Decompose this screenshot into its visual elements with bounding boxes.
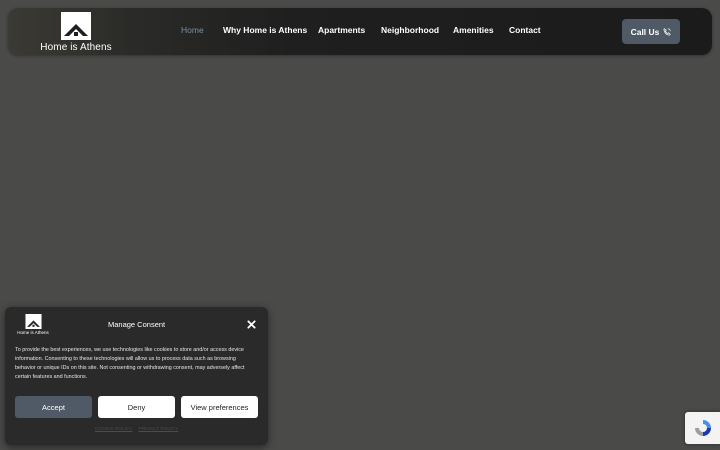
- cookie-policy-link[interactable]: COOKIE POLICY: [95, 427, 133, 432]
- nav-home[interactable]: Home: [181, 25, 204, 35]
- close-icon: [247, 320, 256, 329]
- deny-button[interactable]: Deny: [98, 396, 175, 418]
- consent-title: Manage Consent: [108, 320, 166, 329]
- cookie-consent-dialog: Home is Athens Manage Consent To provide…: [5, 307, 268, 445]
- view-preferences-button[interactable]: View preferences: [181, 396, 258, 418]
- consent-logo-text: Home is Athens: [17, 330, 49, 335]
- main-nav: Home Why Home is Athens Apartments Neigh…: [8, 8, 712, 55]
- house-logo-icon: [24, 314, 42, 329]
- nav-why-home-is-athens[interactable]: Why Home is Athens: [223, 25, 307, 35]
- nav-contact[interactable]: Contact: [509, 25, 541, 35]
- top-navbar: Home is Athens Home Why Home is Athens A…: [8, 8, 712, 55]
- consent-policy-links: COOKIE POLICY PRIVACY POLICY: [5, 427, 268, 432]
- nav-neighborhood[interactable]: Neighborhood: [381, 25, 439, 35]
- phone-icon: [663, 27, 672, 36]
- consent-logo: Home is Athens: [13, 314, 53, 335]
- privacy-policy-link[interactable]: PRIVACY POLICY: [139, 427, 179, 432]
- recaptcha-icon: [694, 420, 711, 436]
- consent-body-text: To provide the best experiences, we use …: [15, 347, 245, 380]
- recaptcha-badge[interactable]: [685, 412, 720, 444]
- call-us-button[interactable]: Call Us: [622, 19, 680, 44]
- nav-amenities[interactable]: Amenities: [453, 25, 494, 35]
- nav-apartments[interactable]: Apartments: [318, 25, 365, 35]
- close-consent-button[interactable]: [247, 320, 256, 329]
- call-us-label: Call Us: [630, 26, 660, 37]
- accept-button[interactable]: Accept: [15, 396, 92, 418]
